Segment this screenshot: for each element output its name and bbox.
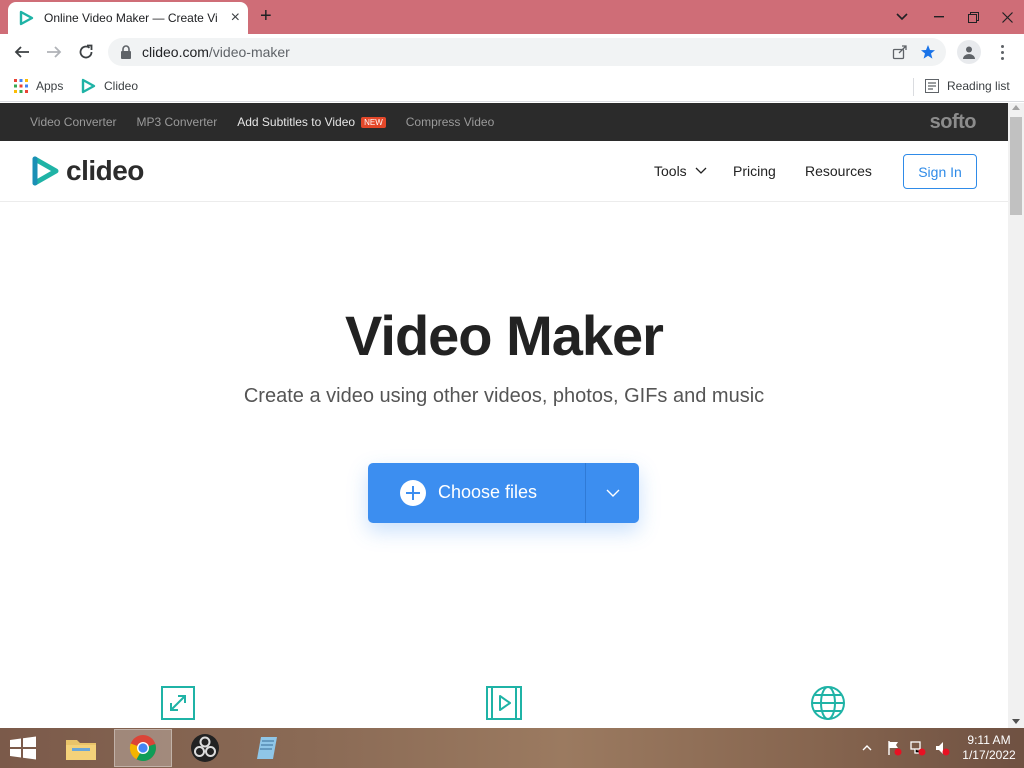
clideo-bookmark-icon <box>81 78 96 94</box>
url-text: clideo.com/video-maker <box>142 44 290 60</box>
tab-title: Online Video Maker — Create Vi <box>44 11 218 25</box>
reload-icon[interactable] <box>74 40 98 64</box>
clock-date: 1/17/2022 <box>962 748 1016 762</box>
minimize-button[interactable] <box>922 0 956 34</box>
browser-toolbar: clideo.com/video-maker <box>0 34 1024 70</box>
action-center-flag-icon[interactable] <box>886 740 902 756</box>
browser-menu-icon[interactable] <box>996 40 1008 64</box>
promo-link-compress-video[interactable]: Compress Video <box>406 115 495 129</box>
windows-start-icon[interactable] <box>8 736 38 760</box>
windows-taskbar: 9:11 AM 1/17/2022 <box>0 728 1024 768</box>
scroll-up-arrow-icon[interactable] <box>1012 105 1020 110</box>
browser-tab-strip: Online Video Maker — Create Vi × + <box>0 0 1024 34</box>
promo-link-mp3-converter[interactable]: MP3 Converter <box>137 115 218 129</box>
system-tray: 9:11 AM 1/17/2022 <box>862 728 1024 768</box>
clock-time: 9:11 AM <box>967 733 1011 747</box>
back-arrow-icon[interactable] <box>10 40 34 64</box>
choose-files-button[interactable]: Choose files <box>368 463 639 523</box>
lock-icon <box>121 45 131 59</box>
address-bar[interactable]: clideo.com/video-maker <box>108 38 946 66</box>
plus-circle-icon <box>400 480 426 506</box>
page-scrollbar[interactable] <box>1008 103 1024 728</box>
chevron-down-icon <box>606 489 619 497</box>
restore-button[interactable] <box>956 0 990 34</box>
profile-avatar-icon[interactable] <box>957 40 981 64</box>
resize-icon <box>161 686 195 720</box>
forward-arrow-icon[interactable] <box>42 40 66 64</box>
page-title: Video Maker <box>345 304 664 367</box>
scroll-down-arrow-icon[interactable] <box>1012 719 1020 724</box>
new-tab-button[interactable]: + <box>260 6 272 26</box>
bookmark-apps[interactable]: Apps <box>14 76 63 96</box>
choose-files-label: Choose files <box>438 482 538 502</box>
clideo-logo-icon <box>32 156 59 186</box>
clideo-favicon <box>19 10 34 26</box>
nav-tools-label: Tools <box>654 163 687 179</box>
nav-pricing-label: Pricing <box>733 163 776 179</box>
clideo-logo-text: clideo <box>66 155 144 186</box>
tab-search-chevron-icon[interactable] <box>882 0 922 34</box>
network-icon[interactable] <box>910 740 926 756</box>
sign-in-button[interactable]: Sign In <box>903 154 977 189</box>
reading-list-label: Reading list <box>947 79 1010 93</box>
apps-grid-icon <box>14 79 28 93</box>
bookmark-star-icon[interactable] <box>920 44 936 60</box>
scrollbar-thumb[interactable] <box>1010 117 1022 215</box>
page-subtitle: Create a video using other videos, photo… <box>243 385 765 407</box>
site-header: clideo Tools Pricing Resources Sign In <box>0 141 1008 202</box>
video-play-icon <box>486 686 522 720</box>
show-hidden-icons-icon[interactable] <box>862 744 872 752</box>
volume-muted-icon[interactable] <box>934 740 950 756</box>
close-window-button[interactable] <box>990 0 1024 34</box>
nav-resources[interactable]: Resources <box>805 163 872 179</box>
promo-link-add-subtitles-label: Add Subtitles to Video <box>237 115 356 129</box>
notepad-taskbar-icon[interactable] <box>238 729 296 767</box>
omnibox-actions <box>892 44 936 60</box>
globe-icon <box>811 686 845 720</box>
chrome-taskbar-icon[interactable] <box>114 729 172 767</box>
promo-link-video-converter[interactable]: Video Converter <box>30 115 117 129</box>
bookmarks-bar: Apps Clideo Reading list <box>0 70 1024 102</box>
clideo-logo[interactable]: clideo <box>30 155 144 187</box>
bookmark-clideo[interactable]: Clideo <box>80 76 138 96</box>
bookmark-clideo-label: Clideo <box>104 79 139 93</box>
softo-logo[interactable]: softo <box>930 111 977 134</box>
file-explorer-icon[interactable] <box>52 729 110 767</box>
url-host: clideo.com <box>142 44 209 60</box>
upload-source-dropdown[interactable] <box>586 463 639 523</box>
nav-pricing[interactable]: Pricing <box>733 163 776 179</box>
reading-list-button[interactable]: Reading list <box>925 76 1010 96</box>
taskbar-clock[interactable]: 9:11 AM 1/17/2022 <box>954 733 1024 763</box>
nav-tools[interactable]: Tools <box>654 163 707 179</box>
promo-link-add-subtitles[interactable]: Add Subtitles to Video NEW <box>237 115 386 129</box>
reading-list-icon <box>925 79 939 93</box>
softo-promo-bar: Video Converter MP3 Converter Add Subtit… <box>0 103 1008 141</box>
new-badge: NEW <box>361 116 386 128</box>
url-path: /video-maker <box>208 44 290 60</box>
close-tab-icon[interactable]: × <box>231 10 240 26</box>
browser-tab[interactable]: Online Video Maker — Create Vi × <box>8 2 248 34</box>
bookmarks-divider <box>913 78 914 96</box>
window-controls <box>882 0 1024 34</box>
obs-taskbar-icon[interactable] <box>176 729 234 767</box>
bookmark-apps-label: Apps <box>36 79 64 93</box>
share-icon[interactable] <box>892 44 908 60</box>
page-viewport: Video Converter MP3 Converter Add Subtit… <box>0 103 1008 728</box>
nav-resources-label: Resources <box>805 163 872 179</box>
chevron-down-icon <box>695 167 707 174</box>
